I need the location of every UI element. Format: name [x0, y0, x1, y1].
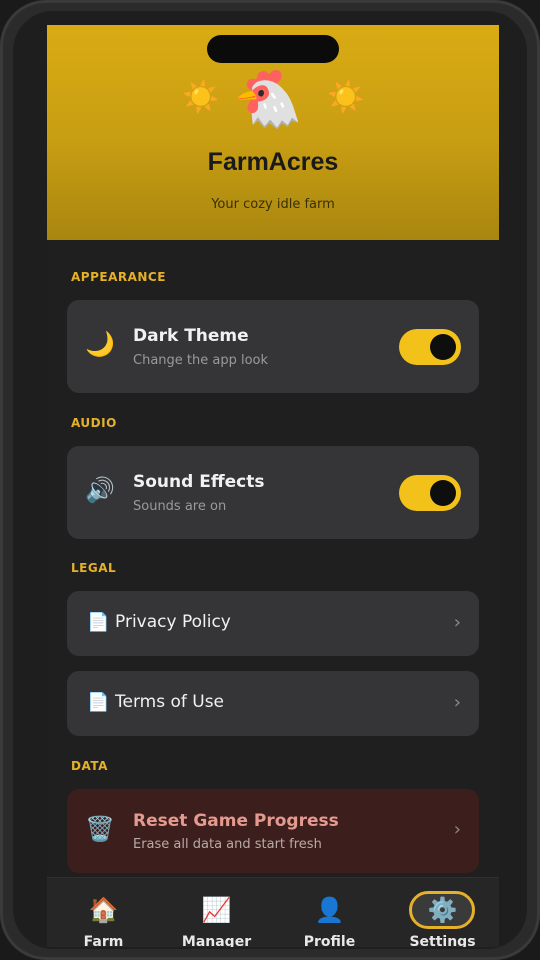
mascot-row: ☀️ 🐔 ☀️	[47, 65, 499, 135]
terms-of-use-label: Terms of Use	[115, 692, 225, 712]
chicken-icon: 🐔	[233, 67, 303, 132]
moon-icon: 🌙	[85, 330, 115, 358]
dark-theme-title: Dark Theme	[133, 326, 249, 346]
reset-progress-title: Reset Game Progress	[133, 811, 339, 831]
privacy-policy-label: Privacy Policy	[115, 612, 231, 632]
document-icon: 📄	[87, 612, 110, 633]
dark-theme-toggle[interactable]	[399, 329, 461, 365]
speaker-icon: 🔊	[85, 476, 115, 504]
nav-manager[interactable]: 📈 Manager	[160, 878, 273, 947]
user-icon: 👤	[314, 896, 345, 924]
reset-progress-subtitle: Erase all data and start fresh	[133, 837, 322, 852]
sun-icon: ☀️	[327, 80, 365, 115]
trash-icon: 🗑️	[85, 815, 115, 843]
section-label-legal: LEGAL	[71, 561, 117, 575]
section-label-audio: AUDIO	[71, 416, 117, 430]
dark-theme-subtitle: Change the app look	[133, 353, 269, 368]
sound-effects-toggle[interactable]	[399, 475, 461, 511]
bottom-nav: 🏠 Farm 📈 Manager 👤 Profile ⚙️ Settings	[47, 877, 499, 947]
reset-progress-row[interactable]: 🗑️ Reset Game Progress Erase all data an…	[67, 789, 479, 873]
nav-settings-label: Settings	[409, 934, 476, 947]
section-label-data: DATA	[71, 759, 108, 773]
chevron-right-icon: ›	[453, 612, 461, 633]
sound-effects-row[interactable]: 🔊 Sound Effects Sounds are on	[67, 446, 479, 539]
terms-of-use-row[interactable]: 📄 Terms of Use ›	[67, 671, 479, 736]
nav-manager-label: Manager	[181, 934, 252, 947]
chevron-right-icon: ›	[453, 692, 461, 713]
sun-icon: ☀️	[182, 80, 220, 115]
gear-icon: ⚙️	[427, 896, 458, 924]
document-icon: 📄	[87, 692, 110, 713]
phone-bezel: ☀️ 🐔 ☀️ FarmAcres Your cozy idle farm AP…	[13, 11, 527, 949]
nav-profile[interactable]: 👤 Profile	[273, 878, 386, 947]
privacy-policy-row[interactable]: 📄 Privacy Policy ›	[67, 591, 479, 656]
app-tagline: Your cozy idle farm	[211, 197, 335, 212]
sound-effects-subtitle: Sounds are on	[133, 499, 227, 514]
chevron-right-icon: ›	[453, 819, 461, 840]
chart-icon: 📈	[201, 896, 232, 924]
nav-farm-label: Farm	[83, 934, 124, 947]
nav-settings[interactable]: ⚙️ Settings	[386, 878, 499, 947]
toggle-knob	[430, 334, 456, 360]
section-label-appearance: APPEARANCE	[71, 270, 166, 284]
toggle-knob	[430, 480, 456, 506]
camera-notch	[207, 35, 339, 63]
app-title: FarmAcres	[207, 148, 339, 176]
phone-frame: ☀️ 🐔 ☀️ FarmAcres Your cozy idle farm AP…	[0, 0, 540, 960]
screen: ☀️ 🐔 ☀️ FarmAcres Your cozy idle farm AP…	[47, 25, 499, 947]
house-icon: 🏠	[88, 896, 119, 924]
dark-theme-row[interactable]: 🌙 Dark Theme Change the app look	[67, 300, 479, 393]
nav-farm[interactable]: 🏠 Farm	[47, 878, 160, 947]
sound-effects-title: Sound Effects	[133, 472, 265, 492]
nav-profile-label: Profile	[303, 934, 356, 947]
